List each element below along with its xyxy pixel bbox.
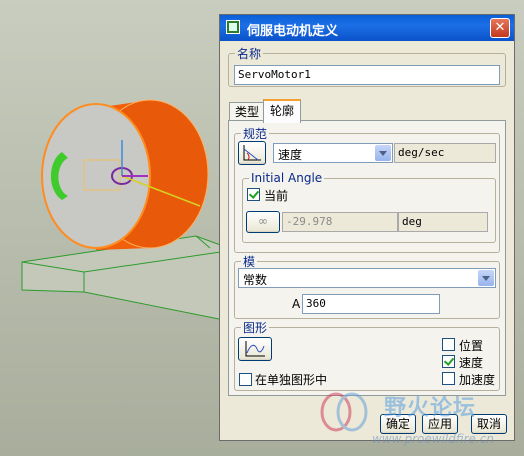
- tab-profile-label: 轮廓: [269, 104, 294, 118]
- chevron-down-icon: [478, 270, 494, 286]
- base-slab: [21, 235, 235, 323]
- spec-graph-button[interactable]: [238, 141, 266, 165]
- spec-type-value: 速度: [278, 148, 303, 162]
- velocity-checkbox[interactable]: [442, 355, 455, 368]
- model-type-value: 常数: [243, 273, 268, 287]
- model-type-select[interactable]: 常数: [238, 268, 496, 288]
- dialog-titlebar[interactable]: 伺服电动机定义 ✕: [220, 15, 514, 41]
- angle-chart-icon: [243, 145, 261, 161]
- tab-type-label: 类型: [234, 105, 259, 119]
- name-legend: 名称: [237, 47, 262, 61]
- spec-legend: 规范: [243, 127, 268, 141]
- cancel-button[interactable]: 取消: [471, 414, 507, 434]
- dialog-title: 伺服电动机定义: [247, 24, 339, 39]
- ok-button[interactable]: 确定: [380, 414, 416, 434]
- position-checkbox[interactable]: [442, 338, 455, 351]
- separate-graph-label: 在单独图形中: [255, 373, 328, 387]
- initial-angle-group: Initial Angle: [242, 171, 496, 243]
- graph-icon: [245, 341, 265, 357]
- position-label: 位置: [459, 339, 484, 353]
- graph-legend: 图形: [243, 321, 268, 335]
- plot-graph-button[interactable]: [238, 337, 272, 361]
- initial-angle-legend: Initial Angle: [251, 171, 323, 185]
- tab-profile[interactable]: 轮廓: [263, 99, 301, 123]
- separate-graph-checkbox[interactable]: [239, 373, 252, 386]
- chevron-down-icon: [375, 145, 391, 161]
- spec-unit: deg/sec: [394, 143, 496, 163]
- tab-type[interactable]: 类型: [229, 102, 265, 121]
- apply-button[interactable]: 应用: [422, 414, 458, 434]
- velocity-label: 速度: [459, 356, 484, 370]
- initial-angle-value[interactable]: -29.978: [282, 212, 398, 232]
- acceleration-label: 加速度: [459, 373, 496, 387]
- cylinder-part: [41, 99, 209, 250]
- acceleration-checkbox[interactable]: [442, 372, 455, 385]
- measure-button[interactable]: ∞: [246, 211, 280, 233]
- name-input[interactable]: ServoMotor1: [234, 65, 500, 85]
- initial-angle-unit: deg: [398, 212, 488, 232]
- current-label: 当前: [264, 189, 289, 203]
- current-checkbox[interactable]: [247, 188, 260, 201]
- app-icon: [226, 20, 240, 34]
- servo-motor-dialog: 伺服电动机定义 ✕ 名称 ServoMotor1 类型 轮廓 规范 速度 deg…: [219, 14, 515, 441]
- coefficient-a-label: A: [292, 297, 301, 311]
- coefficient-a-input[interactable]: 360: [302, 294, 440, 314]
- close-button[interactable]: ✕: [490, 18, 510, 38]
- spec-type-select[interactable]: 速度: [273, 143, 393, 163]
- glasses-icon: ∞: [258, 214, 268, 228]
